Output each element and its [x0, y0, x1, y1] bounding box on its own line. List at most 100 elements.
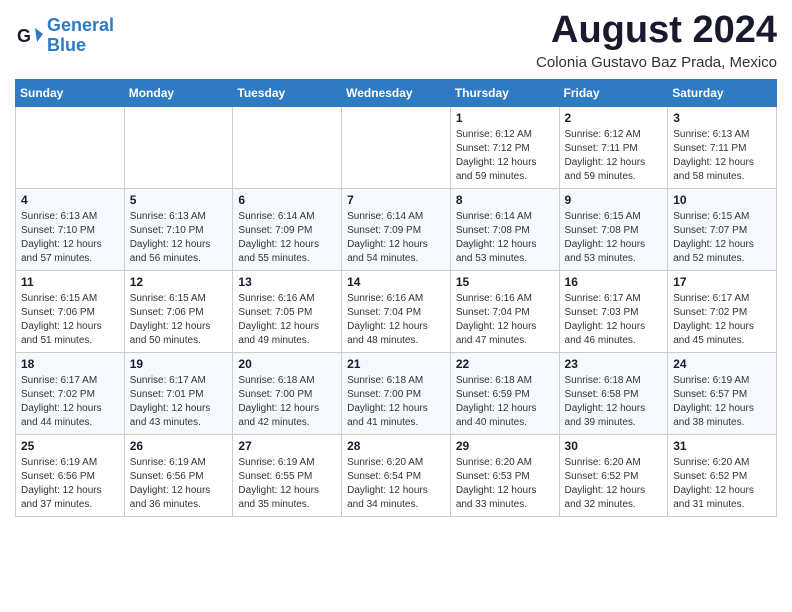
- calendar-cell: 16 Sunrise: 6:17 AMSunset: 7:03 PMDayligh…: [559, 270, 668, 352]
- calendar-week-row: 25 Sunrise: 6:19 AMSunset: 6:56 PMDayligh…: [16, 434, 777, 516]
- day-number: 22: [456, 357, 554, 371]
- day-number: 14: [347, 275, 445, 289]
- day-info: Sunrise: 6:17 AMSunset: 7:01 PMDaylight:…: [130, 374, 228, 430]
- day-number: 31: [673, 439, 771, 453]
- weekday-header: Thursday: [450, 79, 559, 106]
- day-number: 18: [21, 357, 119, 371]
- day-info: Sunrise: 6:13 AMSunset: 7:10 PMDaylight:…: [130, 210, 228, 266]
- day-info: Sunrise: 6:18 AMSunset: 6:59 PMDaylight:…: [456, 374, 554, 430]
- calendar-cell: 3Sunrise: 6:13 AMSunset: 7:11 PMDaylight…: [668, 106, 777, 188]
- title-area: August 2024 Colonia Gustavo Baz Prada, M…: [536, 10, 777, 71]
- day-info: Sunrise: 6:17 AMSunset: 7:02 PMDaylight:…: [673, 292, 771, 348]
- calendar-cell: [124, 106, 233, 188]
- day-info: Sunrise: 6:13 AMSunset: 7:11 PMDaylight:…: [673, 128, 771, 184]
- day-number: 12: [130, 275, 228, 289]
- day-number: 8: [456, 193, 554, 207]
- day-info: Sunrise: 6:15 AMSunset: 7:08 PMDaylight:…: [565, 210, 663, 266]
- calendar-week-row: 1 Sunrise: 6:12 AMSunset: 7:12 PMDaylight…: [16, 106, 777, 188]
- day-info: Sunrise: 6:20 AMSunset: 6:52 PMDaylight:…: [673, 456, 771, 512]
- day-number: 1: [456, 111, 554, 125]
- calendar-cell: 20 Sunrise: 6:18 AMSunset: 7:00 PMDayligh…: [233, 352, 342, 434]
- day-number: 21: [347, 357, 445, 371]
- calendar-cell: 13 Sunrise: 6:16 AMSunset: 7:05 PMDayligh…: [233, 270, 342, 352]
- calendar-cell: 8 Sunrise: 6:14 AMSunset: 7:08 PMDaylight…: [450, 188, 559, 270]
- calendar-cell: 19 Sunrise: 6:17 AMSunset: 7:01 PMDayligh…: [124, 352, 233, 434]
- day-info: Sunrise: 6:15 AMSunset: 7:07 PMDaylight:…: [673, 210, 771, 266]
- day-info: Sunrise: 6:12 AMSunset: 7:12 PMDaylight:…: [456, 128, 554, 184]
- day-number: 5: [130, 193, 228, 207]
- logo: G General Blue: [15, 16, 114, 56]
- day-info: Sunrise: 6:17 AMSunset: 7:03 PMDaylight:…: [565, 292, 663, 348]
- logo-line2: Blue: [47, 35, 86, 55]
- calendar: SundayMondayTuesdayWednesdayThursdayFrid…: [15, 79, 777, 517]
- weekday-header: Sunday: [16, 79, 125, 106]
- calendar-cell: 21 Sunrise: 6:18 AMSunset: 7:00 PMDayligh…: [342, 352, 451, 434]
- day-number: 27: [238, 439, 336, 453]
- calendar-cell: 31 Sunrise: 6:20 AMSunset: 6:52 PMDayligh…: [668, 434, 777, 516]
- calendar-cell: 27Sunrise: 6:19 AMSunset: 6:55 PMDayligh…: [233, 434, 342, 516]
- calendar-header-row: SundayMondayTuesdayWednesdayThursdayFrid…: [16, 79, 777, 106]
- calendar-week-row: 4Sunrise: 6:13 AMSunset: 7:10 PMDaylight…: [16, 188, 777, 270]
- calendar-cell: 10 Sunrise: 6:15 AMSunset: 7:07 PMDayligh…: [668, 188, 777, 270]
- day-info: Sunrise: 6:19 AMSunset: 6:56 PMDaylight:…: [130, 456, 228, 512]
- day-number: 23: [565, 357, 663, 371]
- calendar-cell: 29Sunrise: 6:20 AMSunset: 6:53 PMDayligh…: [450, 434, 559, 516]
- weekday-header: Monday: [124, 79, 233, 106]
- day-info: Sunrise: 6:18 AMSunset: 7:00 PMDaylight:…: [238, 374, 336, 430]
- header: G General Blue August 2024 Colonia Gusta…: [15, 10, 777, 71]
- day-info: Sunrise: 6:20 AMSunset: 6:52 PMDaylight:…: [565, 456, 663, 512]
- calendar-cell: 12Sunrise: 6:15 AMSunset: 7:06 PMDayligh…: [124, 270, 233, 352]
- day-number: 25: [21, 439, 119, 453]
- day-info: Sunrise: 6:16 AMSunset: 7:04 PMDaylight:…: [347, 292, 445, 348]
- calendar-cell: 30 Sunrise: 6:20 AMSunset: 6:52 PMDayligh…: [559, 434, 668, 516]
- day-number: 20: [238, 357, 336, 371]
- calendar-cell: 9Sunrise: 6:15 AMSunset: 7:08 PMDaylight…: [559, 188, 668, 270]
- weekday-header: Tuesday: [233, 79, 342, 106]
- day-number: 30: [565, 439, 663, 453]
- weekday-header: Friday: [559, 79, 668, 106]
- svg-text:G: G: [17, 26, 31, 46]
- calendar-cell: 4Sunrise: 6:13 AMSunset: 7:10 PMDaylight…: [16, 188, 125, 270]
- day-number: 15: [456, 275, 554, 289]
- weekday-header: Saturday: [668, 79, 777, 106]
- day-number: 2: [565, 111, 663, 125]
- day-number: 28: [347, 439, 445, 453]
- day-number: 10: [673, 193, 771, 207]
- day-number: 16: [565, 275, 663, 289]
- month-title: August 2024: [536, 10, 777, 52]
- day-number: 19: [130, 357, 228, 371]
- calendar-cell: 14 Sunrise: 6:16 AMSunset: 7:04 PMDayligh…: [342, 270, 451, 352]
- day-info: Sunrise: 6:20 AMSunset: 6:54 PMDaylight:…: [347, 456, 445, 512]
- calendar-cell: 1 Sunrise: 6:12 AMSunset: 7:12 PMDaylight…: [450, 106, 559, 188]
- day-info: Sunrise: 6:18 AMSunset: 7:00 PMDaylight:…: [347, 374, 445, 430]
- calendar-cell: 15 Sunrise: 6:16 AMSunset: 7:04 PMDayligh…: [450, 270, 559, 352]
- calendar-cell: 6 Sunrise: 6:14 AMSunset: 7:09 PMDaylight…: [233, 188, 342, 270]
- calendar-cell: 18 Sunrise: 6:17 AMSunset: 7:02 PMDayligh…: [16, 352, 125, 434]
- day-number: 7: [347, 193, 445, 207]
- day-number: 26: [130, 439, 228, 453]
- day-number: 17: [673, 275, 771, 289]
- day-info: Sunrise: 6:14 AMSunset: 7:08 PMDaylight:…: [456, 210, 554, 266]
- day-number: 6: [238, 193, 336, 207]
- logo-text: General Blue: [47, 16, 114, 56]
- day-info: Sunrise: 6:19 AMSunset: 6:57 PMDaylight:…: [673, 374, 771, 430]
- day-number: 13: [238, 275, 336, 289]
- logo-line1: General: [47, 15, 114, 35]
- calendar-week-row: 18 Sunrise: 6:17 AMSunset: 7:02 PMDayligh…: [16, 352, 777, 434]
- day-info: Sunrise: 6:17 AMSunset: 7:02 PMDaylight:…: [21, 374, 119, 430]
- calendar-cell: 2 Sunrise: 6:12 AMSunset: 7:11 PMDaylight…: [559, 106, 668, 188]
- weekday-header: Wednesday: [342, 79, 451, 106]
- day-info: Sunrise: 6:14 AMSunset: 7:09 PMDaylight:…: [238, 210, 336, 266]
- day-number: 24: [673, 357, 771, 371]
- calendar-cell: 24 Sunrise: 6:19 AMSunset: 6:57 PMDayligh…: [668, 352, 777, 434]
- day-info: Sunrise: 6:16 AMSunset: 7:04 PMDaylight:…: [456, 292, 554, 348]
- day-number: 11: [21, 275, 119, 289]
- calendar-cell: 28 Sunrise: 6:20 AMSunset: 6:54 PMDayligh…: [342, 434, 451, 516]
- day-info: Sunrise: 6:16 AMSunset: 7:05 PMDaylight:…: [238, 292, 336, 348]
- calendar-cell: 23Sunrise: 6:18 AMSunset: 6:58 PMDayligh…: [559, 352, 668, 434]
- day-info: Sunrise: 6:20 AMSunset: 6:53 PMDaylight:…: [456, 456, 554, 512]
- calendar-cell: 26 Sunrise: 6:19 AMSunset: 6:56 PMDayligh…: [124, 434, 233, 516]
- day-info: Sunrise: 6:12 AMSunset: 7:11 PMDaylight:…: [565, 128, 663, 184]
- logo-icon: G: [15, 22, 43, 50]
- calendar-cell: 22 Sunrise: 6:18 AMSunset: 6:59 PMDayligh…: [450, 352, 559, 434]
